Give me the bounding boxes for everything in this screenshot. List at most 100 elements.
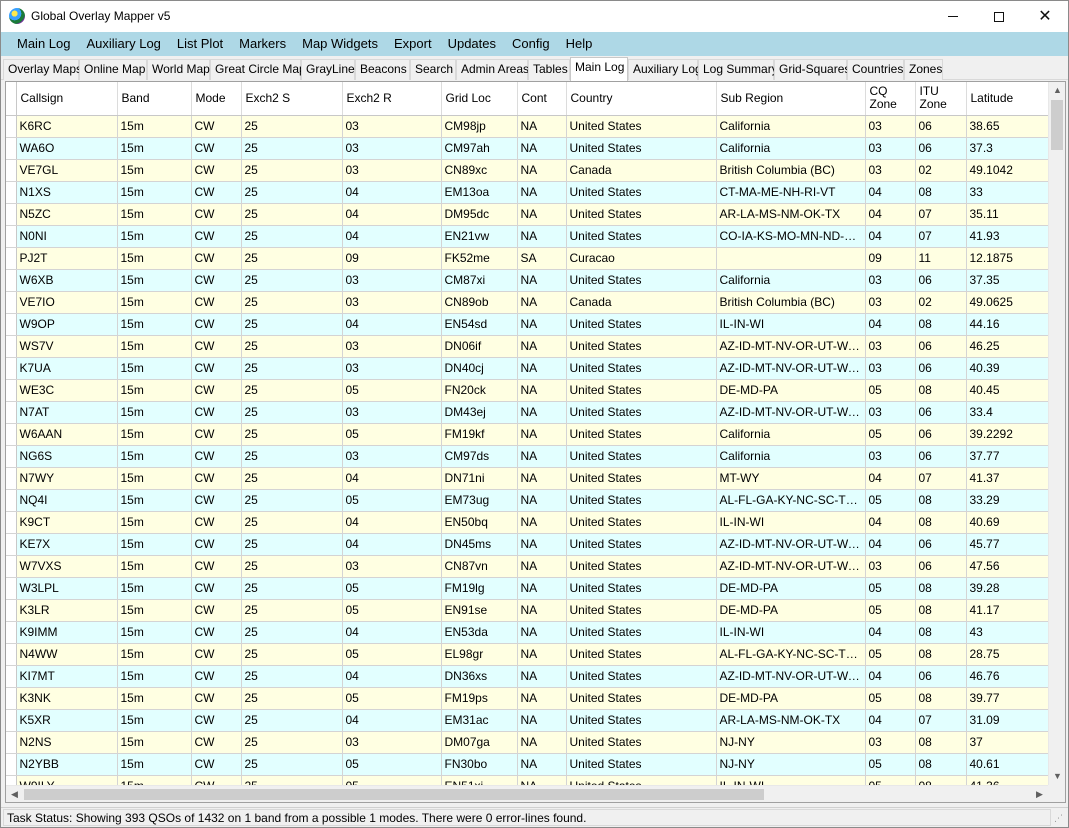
cell-exch2-r[interactable]: 04: [342, 621, 442, 644]
table-row[interactable]: NG6S 15m CW 25 03 CM97ds NA United States Califo…: [6, 445, 1048, 468]
cell-sub-region[interactable]: IL-IN-WI: [716, 511, 866, 534]
row-header[interactable]: [6, 665, 17, 688]
cell-cont[interactable]: NA: [517, 445, 567, 468]
cell-latitude[interactable]: 12.1875: [966, 247, 1048, 270]
cell-sub-region[interactable]: IL-IN-WI: [716, 313, 866, 336]
cell-exch2-s[interactable]: 25: [241, 599, 343, 622]
row-header[interactable]: [6, 489, 17, 512]
table-row[interactable]: N0NI 15m CW 25 04 EN21vw NA United States CO-IA-…: [6, 225, 1048, 248]
row-header[interactable]: [6, 181, 17, 204]
cell-sub-region[interactable]: AZ-ID-MT-NV-OR-UT-WA-...: [716, 335, 866, 358]
cell-latitude[interactable]: 31.09: [966, 709, 1048, 732]
cell-country[interactable]: United States: [566, 555, 717, 578]
cell-grid-loc[interactable]: EN21vw: [441, 225, 518, 248]
cell-cq-zone[interactable]: 03: [865, 401, 916, 424]
cell-band[interactable]: 15m: [117, 709, 192, 732]
cell-cq-zone[interactable]: 04: [865, 511, 916, 534]
cell-country[interactable]: United States: [566, 137, 717, 160]
cell-exch2-s[interactable]: 25: [241, 467, 343, 490]
cell-exch2-s[interactable]: 25: [241, 225, 343, 248]
horizontal-scrollbar[interactable]: ◀ ▶: [6, 785, 1048, 802]
column-header-exch2-r[interactable]: Exch2 R: [342, 82, 442, 116]
row-header[interactable]: [6, 643, 17, 666]
cell-sub-region[interactable]: DE-MD-PA: [716, 599, 866, 622]
cell-sub-region[interactable]: MT-WY: [716, 467, 866, 490]
cell-exch2-r[interactable]: 05: [342, 775, 442, 785]
cell-mode[interactable]: CW: [191, 709, 242, 732]
cell-exch2-r[interactable]: 03: [342, 115, 442, 138]
cell-country[interactable]: United States: [566, 225, 717, 248]
cell-latitude[interactable]: 33: [966, 181, 1048, 204]
cell-callsign[interactable]: WA6O: [16, 137, 118, 160]
row-header[interactable]: [6, 357, 17, 380]
cell-sub-region[interactable]: IL-IN-WI: [716, 621, 866, 644]
cell-country[interactable]: United States: [566, 599, 717, 622]
cell-itu-zone[interactable]: 06: [915, 555, 967, 578]
tab-world-map[interactable]: World Map: [147, 59, 210, 80]
cell-country[interactable]: United States: [566, 687, 717, 710]
cell-band[interactable]: 15m: [117, 489, 192, 512]
cell-band[interactable]: 15m: [117, 379, 192, 402]
cell-cont[interactable]: NA: [517, 533, 567, 556]
table-row[interactable]: W6AAN 15m CW 25 05 FM19kf NA United States Calif…: [6, 423, 1048, 446]
cell-exch2-r[interactable]: 03: [342, 445, 442, 468]
cell-cq-zone[interactable]: 03: [865, 731, 916, 754]
cell-band[interactable]: 15m: [117, 687, 192, 710]
cell-mode[interactable]: CW: [191, 577, 242, 600]
row-header[interactable]: [6, 775, 17, 785]
row-header[interactable]: [6, 225, 17, 248]
cell-cq-zone[interactable]: 04: [865, 709, 916, 732]
cell-callsign[interactable]: K7UA: [16, 357, 118, 380]
cell-mode[interactable]: CW: [191, 555, 242, 578]
cell-cont[interactable]: NA: [517, 555, 567, 578]
cell-cont[interactable]: NA: [517, 225, 567, 248]
cell-itu-zone[interactable]: 08: [915, 313, 967, 336]
cell-country[interactable]: United States: [566, 577, 717, 600]
cell-band[interactable]: 15m: [117, 577, 192, 600]
cell-callsign[interactable]: N7AT: [16, 401, 118, 424]
table-row[interactable]: W9ILY15mCW2505EN51xiNAUnited StatesIL-IN…: [6, 775, 1048, 785]
cell-band[interactable]: 15m: [117, 291, 192, 314]
scroll-up-icon[interactable]: ▲: [1049, 82, 1065, 99]
cell-callsign[interactable]: NG6S: [16, 445, 118, 468]
cell-band[interactable]: 15m: [117, 533, 192, 556]
cell-cont[interactable]: NA: [517, 709, 567, 732]
cell-latitude[interactable]: 47.56: [966, 555, 1048, 578]
table-row[interactable]: WA6O 15m CW 25 03 CM97ah NA United States Califo…: [6, 137, 1048, 160]
tab-beacons[interactable]: Beacons: [355, 59, 410, 80]
cell-itu-zone[interactable]: 08: [915, 753, 967, 776]
cell-latitude[interactable]: 39.28: [966, 577, 1048, 600]
table-row[interactable]: VE7IO 15m CW 25 03 CN89ob NA Canada British Colu…: [6, 291, 1048, 314]
cell-exch2-s[interactable]: 25: [241, 511, 343, 534]
cell-grid-loc[interactable]: EN53da: [441, 621, 518, 644]
cell-mode[interactable]: CW: [191, 423, 242, 446]
cell-country[interactable]: United States: [566, 313, 717, 336]
cell-callsign[interactable]: N4WW: [16, 643, 118, 666]
cell-latitude[interactable]: 46.25: [966, 335, 1048, 358]
cell-mode[interactable]: CW: [191, 533, 242, 556]
cell-grid-loc[interactable]: DM95dc: [441, 203, 518, 226]
cell-callsign[interactable]: VE7IO: [16, 291, 118, 314]
cell-cont[interactable]: NA: [517, 511, 567, 534]
row-header[interactable]: [6, 709, 17, 732]
table-row[interactable]: KE7X 15m CW 25 04 DN45ms NA United States AZ-ID-…: [6, 533, 1048, 556]
cell-exch2-s[interactable]: 25: [241, 533, 343, 556]
horizontal-scroll-thumb[interactable]: [24, 789, 764, 800]
cell-cont[interactable]: NA: [517, 379, 567, 402]
cell-cq-zone[interactable]: 05: [865, 423, 916, 446]
cell-grid-loc[interactable]: FM19lg: [441, 577, 518, 600]
row-header[interactable]: [6, 687, 17, 710]
cell-exch2-r[interactable]: 04: [342, 203, 442, 226]
cell-grid-loc[interactable]: EN91se: [441, 599, 518, 622]
cell-callsign[interactable]: K3NK: [16, 687, 118, 710]
row-header[interactable]: [6, 753, 17, 776]
cell-grid-loc[interactable]: CM98jp: [441, 115, 518, 138]
tab-zones[interactable]: Zones: [904, 59, 943, 80]
cell-exch2-s[interactable]: 25: [241, 357, 343, 380]
menu-help[interactable]: Help: [558, 32, 601, 56]
cell-itu-zone[interactable]: 06: [915, 335, 967, 358]
cell-cont[interactable]: NA: [517, 599, 567, 622]
cell-itu-zone[interactable]: 06: [915, 401, 967, 424]
cell-band[interactable]: 15m: [117, 555, 192, 578]
cell-sub-region[interactable]: AZ-ID-MT-NV-OR-UT-WA-...: [716, 533, 866, 556]
